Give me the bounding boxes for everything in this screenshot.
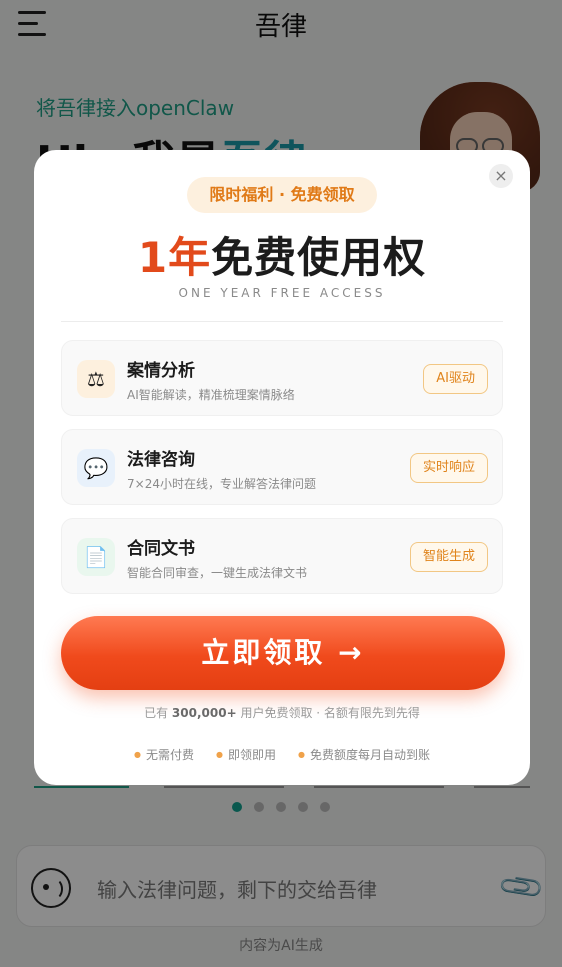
- scales-icon: ⚖: [77, 360, 115, 398]
- feature-card-contract-docs: 📄 合同文书 智能合同审查，一键生成法律文书 智能生成: [61, 518, 503, 594]
- feature-desc: AI智能解读，精准梳理案情脉络: [127, 388, 295, 402]
- feature-tag: 实时响应: [409, 453, 488, 483]
- headline-accent: 1年: [137, 233, 212, 282]
- claim-info: 已有 300,000+ 用户免费领取 · 名额有限先到先得: [34, 704, 530, 721]
- claim-now-button[interactable]: 立即领取 →: [61, 616, 505, 690]
- feature-card-legal-consult: 💬 法律咨询 7×24小时在线，专业解答法律问题 实时响应: [61, 429, 503, 505]
- feature-title: 法律咨询: [127, 450, 195, 470]
- claim-count: 300,000+: [171, 706, 237, 720]
- divider: [61, 321, 503, 322]
- modal-headline: 1年免费使用权: [34, 224, 530, 285]
- feature-title: 合同文书: [127, 539, 195, 559]
- headline-rest: 免费使用权: [211, 233, 427, 282]
- perk-item: 免费额度每月自动到账: [298, 746, 430, 763]
- document-icon: 📄: [77, 538, 115, 576]
- feature-title: 案情分析: [127, 361, 195, 381]
- claim-prefix: 已有: [144, 706, 169, 720]
- close-button[interactable]: ×: [489, 164, 513, 188]
- feature-desc: 智能合同审查，一键生成法律文书: [127, 566, 308, 580]
- claim-suffix: 用户免费领取 · 名额有限先到先得: [240, 706, 420, 720]
- chat-bubble-icon: 💬: [77, 449, 115, 487]
- modal-tagline: ONE YEAR FREE ACCESS: [178, 286, 386, 300]
- promo-badge: 限时福利 · 免费领取: [187, 177, 377, 213]
- feature-desc: 7×24小时在线，专业解答法律问题: [127, 477, 316, 491]
- feature-card-case-analysis: ⚖ 案情分析 AI智能解读，精准梳理案情脉络 AI驱动: [61, 340, 503, 416]
- perk-item: 即领即用: [216, 746, 276, 763]
- perks-list: 无需付费 即领即用 免费额度每月自动到账: [34, 746, 530, 763]
- promo-modal: × 限时福利 · 免费领取 1年免费使用权 ONE YEAR FREE ACCE…: [34, 150, 530, 785]
- feature-tag: AI驱动: [423, 364, 488, 394]
- feature-tag: 智能生成: [409, 542, 488, 572]
- perk-item: 无需付费: [134, 746, 194, 763]
